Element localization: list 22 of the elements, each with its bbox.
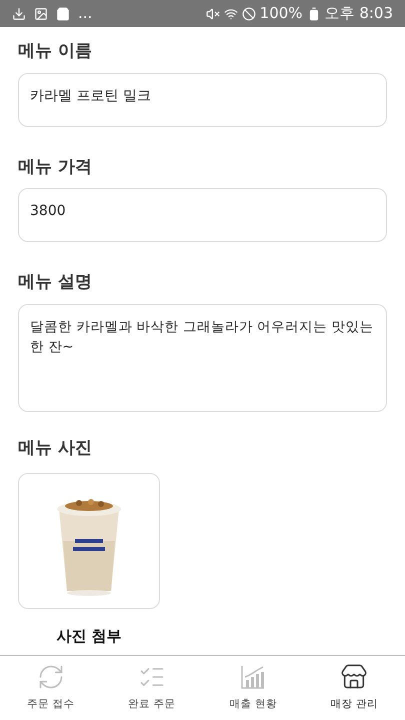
clock: 오후 8:03 [324, 3, 393, 24]
field-label: 메뉴 설명 [18, 271, 93, 294]
photo-card[interactable] [18, 473, 160, 609]
image-icon [34, 6, 48, 20]
wifi-icon [224, 6, 238, 20]
overflow-indicator: ... [78, 3, 92, 24]
description-field[interactable]: 달콤한 카라멜과 바삭한 그래놀라가 어우러지는 맛있는 한 잔~ [18, 304, 387, 412]
nav-tab[interactable]: 매장 관리 [304, 656, 405, 720]
nav-tab[interactable]: 완료 주문 [101, 656, 202, 720]
nav-tab[interactable]: 매출 현황 [202, 656, 304, 720]
field-label: 메뉴 이름 [18, 40, 93, 63]
nav-tab[interactable]: 주문 접수 [0, 656, 102, 720]
input-field[interactable]: 카라멜 프로틴 밀크 [18, 72, 387, 126]
store-icon [340, 663, 368, 692]
attach-photo-button[interactable]: 사진 첨부 [18, 625, 160, 648]
block-icon [242, 6, 256, 20]
mute-icon [206, 6, 220, 20]
download-icon [12, 6, 26, 20]
field-label: 메뉴 사진 [18, 436, 93, 460]
battery-percent: 100% [260, 3, 303, 24]
field-label: 메뉴 가격 [18, 156, 93, 178]
input-field[interactable]: 3800 [18, 188, 387, 242]
